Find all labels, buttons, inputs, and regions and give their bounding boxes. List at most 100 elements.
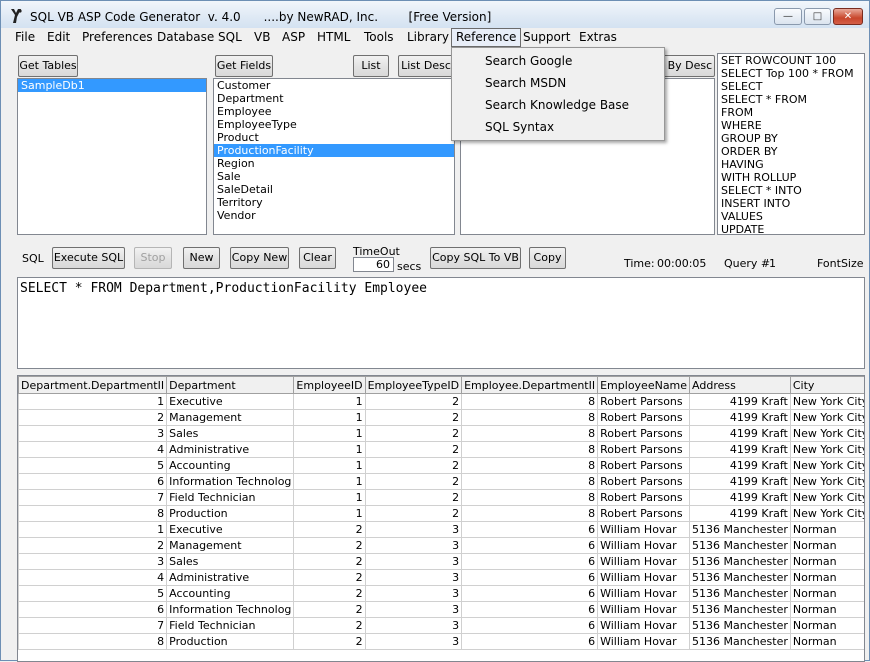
- sort-by-desc-button[interactable]: t By Desc: [657, 55, 715, 77]
- table-cell[interactable]: 2: [293, 585, 366, 602]
- table-cell[interactable]: Robert Parsons: [597, 457, 691, 474]
- menu-preferences[interactable]: Preferences: [78, 30, 157, 45]
- keyword-item[interactable]: WITH ROLLUP: [718, 171, 864, 184]
- keyword-item[interactable]: GROUP BY: [718, 132, 864, 145]
- column-header[interactable]: Department.DepartmentII: [18, 376, 168, 394]
- table-cell[interactable]: 3: [364, 569, 463, 586]
- table-row[interactable]: 4 Administrative 1 2 8 Robert Parsons 4199 Kra…: [18, 441, 864, 458]
- table-cell[interactable]: 5136 Manchester: [689, 521, 791, 538]
- table-cell[interactable]: 4199 Kraft: [689, 489, 791, 506]
- table-cell[interactable]: William Hovar: [597, 633, 691, 650]
- table-row[interactable]: 5 Accounting 2 3 6 William Hovar 5136 Manchest…: [18, 585, 864, 602]
- table-cell[interactable]: 1: [293, 457, 366, 474]
- keyword-item[interactable]: SELECT * INTO: [718, 184, 864, 197]
- table-cell[interactable]: Information Technolog: [166, 601, 295, 618]
- table-cell[interactable]: 2: [364, 489, 463, 506]
- menu-extras[interactable]: Extras: [575, 30, 621, 45]
- table-cell[interactable]: 1: [293, 505, 366, 522]
- table-cell[interactable]: 1: [293, 441, 366, 458]
- table-cell[interactable]: New York City: [789, 505, 864, 522]
- menu-tools[interactable]: Tools: [360, 30, 398, 45]
- get-fields-button[interactable]: Get Fields: [215, 55, 273, 77]
- field-item[interactable]: SaleDetail: [214, 183, 454, 196]
- menu-support[interactable]: Support: [519, 30, 574, 45]
- table-cell[interactable]: 2: [293, 601, 366, 618]
- table-cell[interactable]: 2: [364, 393, 463, 410]
- table-cell[interactable]: 3: [364, 537, 463, 554]
- table-cell[interactable]: Robert Parsons: [597, 409, 691, 426]
- keyword-item[interactable]: FROM: [718, 106, 864, 119]
- table-cell[interactable]: 5136 Manchester: [689, 569, 791, 586]
- table-cell[interactable]: Robert Parsons: [597, 393, 691, 410]
- table-cell[interactable]: 2: [293, 537, 366, 554]
- table-row[interactable]: 3 Sales 2 3 6 William Hovar 5136 Manchester Nor…: [18, 553, 864, 570]
- table-cell[interactable]: 4: [18, 569, 168, 586]
- table-cell[interactable]: 1: [293, 425, 366, 442]
- table-cell[interactable]: 2: [18, 537, 168, 554]
- keyword-item[interactable]: VALUES: [718, 210, 864, 223]
- table-cell[interactable]: 6: [461, 585, 599, 602]
- column-header[interactable]: EmployeeName: [597, 376, 691, 394]
- keyword-item[interactable]: SET ROWCOUNT 100: [718, 54, 864, 67]
- table-cell[interactable]: 7: [18, 489, 168, 506]
- table-cell[interactable]: 8: [461, 441, 599, 458]
- table-row[interactable]: 6 Information Technolog 1 2 8 Robert Parsons 4…: [18, 473, 864, 490]
- table-cell[interactable]: 3: [364, 633, 463, 650]
- table-row[interactable]: 5 Accounting 1 2 8 Robert Parsons 4199 Kraft Ne…: [18, 457, 864, 474]
- table-cell[interactable]: Field Technician: [166, 617, 295, 634]
- menu-file[interactable]: File: [11, 30, 39, 45]
- table-cell[interactable]: Robert Parsons: [597, 489, 691, 506]
- table-cell[interactable]: Norman: [789, 633, 864, 650]
- copy-new-button[interactable]: Copy New: [230, 247, 289, 269]
- table-cell[interactable]: Robert Parsons: [597, 425, 691, 442]
- table-cell[interactable]: Robert Parsons: [597, 505, 691, 522]
- table-cell[interactable]: Executive: [166, 393, 295, 410]
- table-cell[interactable]: 1: [293, 409, 366, 426]
- table-cell[interactable]: William Hovar: [597, 601, 691, 618]
- table-cell[interactable]: 2: [18, 409, 168, 426]
- keyword-item[interactable]: HAVING: [718, 158, 864, 171]
- table-cell[interactable]: 6: [18, 473, 168, 490]
- table-cell[interactable]: 2: [293, 633, 366, 650]
- table-cell[interactable]: 5136 Manchester: [689, 537, 791, 554]
- sql-editor[interactable]: SELECT * FROM Department,ProductionFacil…: [17, 277, 865, 369]
- field-item[interactable]: Territory: [214, 196, 454, 209]
- table-cell[interactable]: 5: [18, 585, 168, 602]
- execute-sql-button[interactable]: Execute SQL: [52, 247, 125, 269]
- menu-library[interactable]: Library: [403, 30, 453, 45]
- table-cell[interactable]: William Hovar: [597, 569, 691, 586]
- search-knowledge-base-item[interactable]: Search Knowledge Base: [485, 98, 629, 112]
- table-row[interactable]: 4 Administrative 2 3 6 William Hovar 5136 Manc…: [18, 569, 864, 586]
- table-row[interactable]: 7 Field Technician 1 2 8 Robert Parsons 4199 K…: [18, 489, 864, 506]
- table-cell[interactable]: 3: [364, 617, 463, 634]
- table-cell[interactable]: 8: [18, 633, 168, 650]
- column-header[interactable]: Department: [166, 376, 295, 394]
- table-cell[interactable]: 4199 Kraft: [689, 473, 791, 490]
- column-header[interactable]: Address: [689, 376, 791, 394]
- results-grid[interactable]: Department.DepartmentII Department Emplo…: [17, 375, 865, 662]
- table-cell[interactable]: 4199 Kraft: [689, 393, 791, 410]
- table-cell[interactable]: 3: [18, 553, 168, 570]
- column-header[interactable]: EmployeeTypeID: [364, 376, 463, 394]
- table-row[interactable]: 8 Production 2 3 6 William Hovar 5136 Manchest…: [18, 633, 864, 650]
- keyword-item[interactable]: UPDATE: [718, 223, 864, 234]
- table-cell[interactable]: 4199 Kraft: [689, 409, 791, 426]
- table-cell[interactable]: 2: [364, 425, 463, 442]
- table-cell[interactable]: 1: [293, 489, 366, 506]
- table-cell[interactable]: 2: [293, 553, 366, 570]
- keyword-item[interactable]: INSERT INTO: [718, 197, 864, 210]
- table-cell[interactable]: 6: [461, 553, 599, 570]
- search-msdn-item[interactable]: Search MSDN: [485, 76, 566, 90]
- table-cell[interactable]: Norman: [789, 585, 864, 602]
- table-cell[interactable]: 3: [364, 601, 463, 618]
- table-cell[interactable]: 7: [18, 617, 168, 634]
- table-cell[interactable]: 8: [461, 393, 599, 410]
- table-cell[interactable]: New York City: [789, 457, 864, 474]
- table-cell[interactable]: Executive: [166, 521, 295, 538]
- table-cell[interactable]: 5136 Manchester: [689, 633, 791, 650]
- table-cell[interactable]: Norman: [789, 521, 864, 538]
- table-cell[interactable]: 5136 Manchester: [689, 553, 791, 570]
- keyword-item[interactable]: SELECT * FROM: [718, 93, 864, 106]
- field-item[interactable]: Region: [214, 157, 454, 170]
- table-cell[interactable]: 4199 Kraft: [689, 425, 791, 442]
